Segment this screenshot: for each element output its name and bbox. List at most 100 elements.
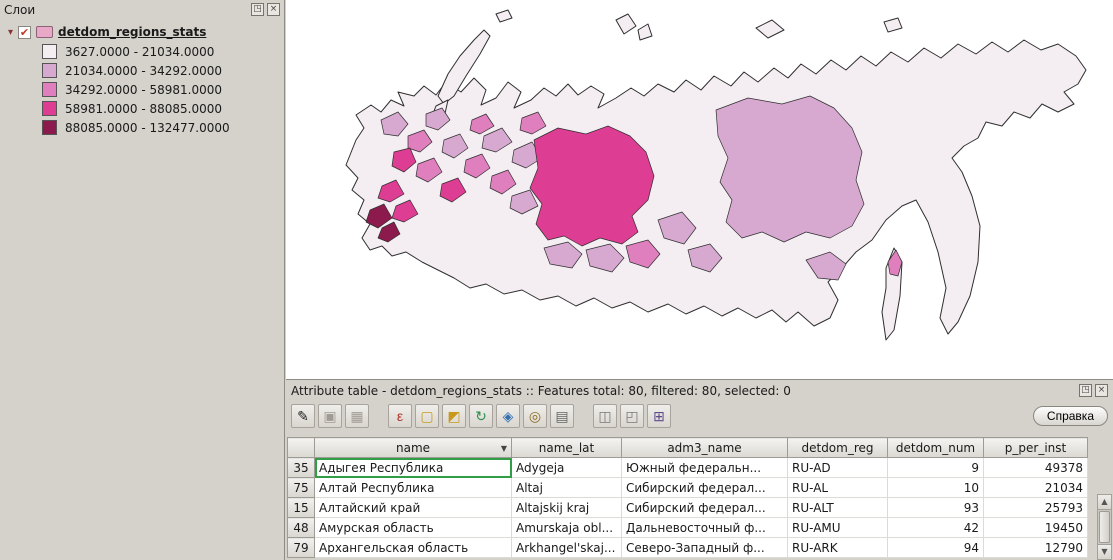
scroll-down-icon[interactable]: ▼ bbox=[1098, 544, 1111, 559]
cell-adm3_name[interactable]: Северо-Западный ф... bbox=[621, 537, 788, 558]
table-row: 48 Амурская область Amurskaja obl... Дальне… bbox=[287, 517, 1088, 538]
save-edits-icon[interactable]: ▣ bbox=[318, 404, 342, 428]
zoom-to-selected-icon[interactable]: ◈ bbox=[496, 404, 520, 428]
layers-panel: Слои ◳ × ▾ ✔ detdom_regions_stats 3627.0… bbox=[0, 0, 285, 560]
cell-name_lat[interactable]: Altaj bbox=[511, 477, 622, 498]
pan-to-selected-icon[interactable]: ↻ bbox=[469, 404, 493, 428]
column-header-adm3_name[interactable]: adm3_name bbox=[621, 437, 788, 458]
legend-item: 88085.0000 - 132477.0000 bbox=[0, 118, 284, 137]
cell-detdom_reg[interactable]: RU-AD bbox=[787, 457, 888, 478]
cell-adm3_name[interactable]: Сибирский федерал... bbox=[621, 497, 788, 518]
row-number-cell[interactable]: 75 bbox=[287, 477, 315, 498]
cell-adm3_name[interactable]: Южный федеральн... bbox=[621, 457, 788, 478]
cell-name[interactable]: Алтайский край bbox=[314, 497, 512, 518]
cell-detdom_num[interactable]: 93 bbox=[887, 497, 984, 518]
corner-header-cell[interactable] bbox=[287, 437, 315, 458]
cell-adm3_name[interactable]: Сибирский федерал... bbox=[621, 477, 788, 498]
close-panel-icon[interactable]: × bbox=[267, 3, 280, 16]
cell-name[interactable]: Архангельская область bbox=[314, 537, 512, 558]
cell-detdom_num[interactable]: 10 bbox=[887, 477, 984, 498]
legend-label: 3627.0000 - 21034.0000 bbox=[65, 44, 215, 59]
cell-p_per_inst[interactable]: 49378 bbox=[983, 457, 1088, 478]
legend-item: 58981.0000 - 88085.0000 bbox=[0, 99, 284, 118]
legend-swatch bbox=[42, 120, 57, 135]
scrollbar-thumb[interactable] bbox=[1099, 511, 1110, 543]
paste-rows-icon[interactable]: ◰ bbox=[620, 404, 644, 428]
cell-name[interactable]: Адыгея Республика bbox=[314, 457, 512, 478]
open-form-icon[interactable]: ▤ bbox=[550, 404, 574, 428]
cell-name[interactable]: Амурская область bbox=[314, 517, 512, 538]
table-row: 15 Алтайский край Altajskij kraj Сибирский … bbox=[287, 497, 1088, 518]
table-row: 35 Адыгея Республика Adygeja Южный федераль… bbox=[287, 457, 1088, 478]
island bbox=[755, 19, 785, 39]
island bbox=[615, 13, 637, 35]
legend-label: 21034.0000 - 34292.0000 bbox=[65, 63, 223, 78]
table-row: 79 Архангельская область Arkhangel'skaj...… bbox=[287, 537, 1088, 558]
map-region bbox=[715, 95, 865, 243]
island bbox=[495, 9, 513, 23]
invert-selection-icon[interactable]: ◩ bbox=[442, 404, 466, 428]
cell-detdom_num[interactable]: 9 bbox=[887, 457, 984, 478]
legend-swatch bbox=[42, 44, 57, 59]
cell-detdom_num[interactable]: 94 bbox=[887, 537, 984, 558]
cell-detdom_reg[interactable]: RU-AL bbox=[787, 477, 888, 498]
island bbox=[637, 23, 653, 41]
select-features-icon[interactable]: ◎ bbox=[523, 404, 547, 428]
legend-item: 3627.0000 - 21034.0000 bbox=[0, 42, 284, 61]
layers-panel-titlebar: Слои ◳ × bbox=[0, 0, 284, 19]
layer-visibility-checkbox[interactable]: ✔ bbox=[18, 25, 32, 39]
cell-detdom_reg[interactable]: RU-ALT bbox=[787, 497, 888, 518]
island bbox=[883, 17, 903, 33]
cell-p_per_inst[interactable]: 21034 bbox=[983, 477, 1088, 498]
row-number-cell[interactable]: 35 bbox=[287, 457, 315, 478]
legend-swatch bbox=[42, 63, 57, 78]
attribute-table-window: Attribute table - detdom_regions_stats :… bbox=[286, 380, 1113, 560]
cell-name_lat[interactable]: Amurskaja obl... bbox=[511, 517, 622, 538]
cell-adm3_name[interactable]: Дальневосточный ф... bbox=[621, 517, 788, 538]
sort-indicator-icon[interactable]: ▼ bbox=[501, 444, 507, 453]
copy-selected-rows-icon[interactable]: ◫ bbox=[593, 404, 617, 428]
expander-icon[interactable]: ▾ bbox=[8, 27, 13, 38]
russia-choropleth-map bbox=[345, 9, 1087, 341]
layer-name[interactable]: detdom_regions_stats bbox=[58, 25, 206, 39]
cell-p_per_inst[interactable]: 19450 bbox=[983, 517, 1088, 538]
row-number-cell[interactable]: 15 bbox=[287, 497, 315, 518]
attribute-table: name ▼ name_lat adm3_name detdom_reg detdom_n… bbox=[287, 437, 1112, 560]
toggle-editing-icon[interactable]: ✎ bbox=[291, 404, 315, 428]
column-header-name_lat[interactable]: name_lat bbox=[511, 437, 622, 458]
cell-name_lat[interactable]: Adygeja bbox=[511, 457, 622, 478]
cell-name_lat[interactable]: Arkhangel'skaj... bbox=[511, 537, 622, 558]
close-window-icon[interactable]: × bbox=[1095, 384, 1108, 397]
float-panel-icon[interactable]: ◳ bbox=[251, 3, 264, 16]
cell-p_per_inst[interactable]: 25793 bbox=[983, 497, 1088, 518]
legend-label: 34292.0000 - 58981.0000 bbox=[65, 82, 223, 97]
vertical-scrollbar[interactable]: ▲ ▼ bbox=[1097, 494, 1112, 560]
cell-name_lat[interactable]: Altajskij kraj bbox=[511, 497, 622, 518]
attr-table-body: 35 Адыгея Республика Adygeja Южный федераль… bbox=[287, 457, 1088, 558]
column-header-detdom_num[interactable]: detdom_num bbox=[887, 437, 984, 458]
float-window-icon[interactable]: ◳ bbox=[1079, 384, 1092, 397]
legend-list: 3627.0000 - 21034.0000 21034.0000 - 34292… bbox=[0, 42, 284, 137]
polygon-layer-icon bbox=[36, 26, 54, 38]
cell-detdom_reg[interactable]: RU-ARK bbox=[787, 537, 888, 558]
legend-label: 88085.0000 - 132477.0000 bbox=[65, 120, 230, 135]
layer-item[interactable]: ▾ ✔ detdom_regions_stats bbox=[0, 19, 284, 42]
cell-detdom_num[interactable]: 42 bbox=[887, 517, 984, 538]
column-header-p_per_inst[interactable]: p_per_inst bbox=[983, 437, 1088, 458]
legend-swatch bbox=[42, 82, 57, 97]
column-header-detdom_reg[interactable]: detdom_reg bbox=[787, 437, 888, 458]
help-button[interactable]: Справка bbox=[1032, 406, 1108, 426]
column-header-name[interactable]: name ▼ bbox=[314, 437, 512, 458]
field-calculator-icon[interactable]: ⊞ bbox=[647, 404, 671, 428]
select-by-expression-icon[interactable]: ε bbox=[388, 404, 412, 428]
cell-name[interactable]: Алтай Республика bbox=[314, 477, 512, 498]
scroll-up-icon[interactable]: ▲ bbox=[1098, 495, 1111, 510]
cell-detdom_reg[interactable]: RU-AMU bbox=[787, 517, 888, 538]
cell-p_per_inst[interactable]: 12790 bbox=[983, 537, 1088, 558]
map-canvas[interactable] bbox=[286, 0, 1113, 380]
row-number-cell[interactable]: 48 bbox=[287, 517, 315, 538]
delete-selected-icon[interactable]: ▦ bbox=[345, 404, 369, 428]
row-number-cell[interactable]: 79 bbox=[287, 537, 315, 558]
unselect-all-icon[interactable]: ▢ bbox=[415, 404, 439, 428]
attribute-table-title: Attribute table - detdom_regions_stats :… bbox=[291, 383, 791, 398]
